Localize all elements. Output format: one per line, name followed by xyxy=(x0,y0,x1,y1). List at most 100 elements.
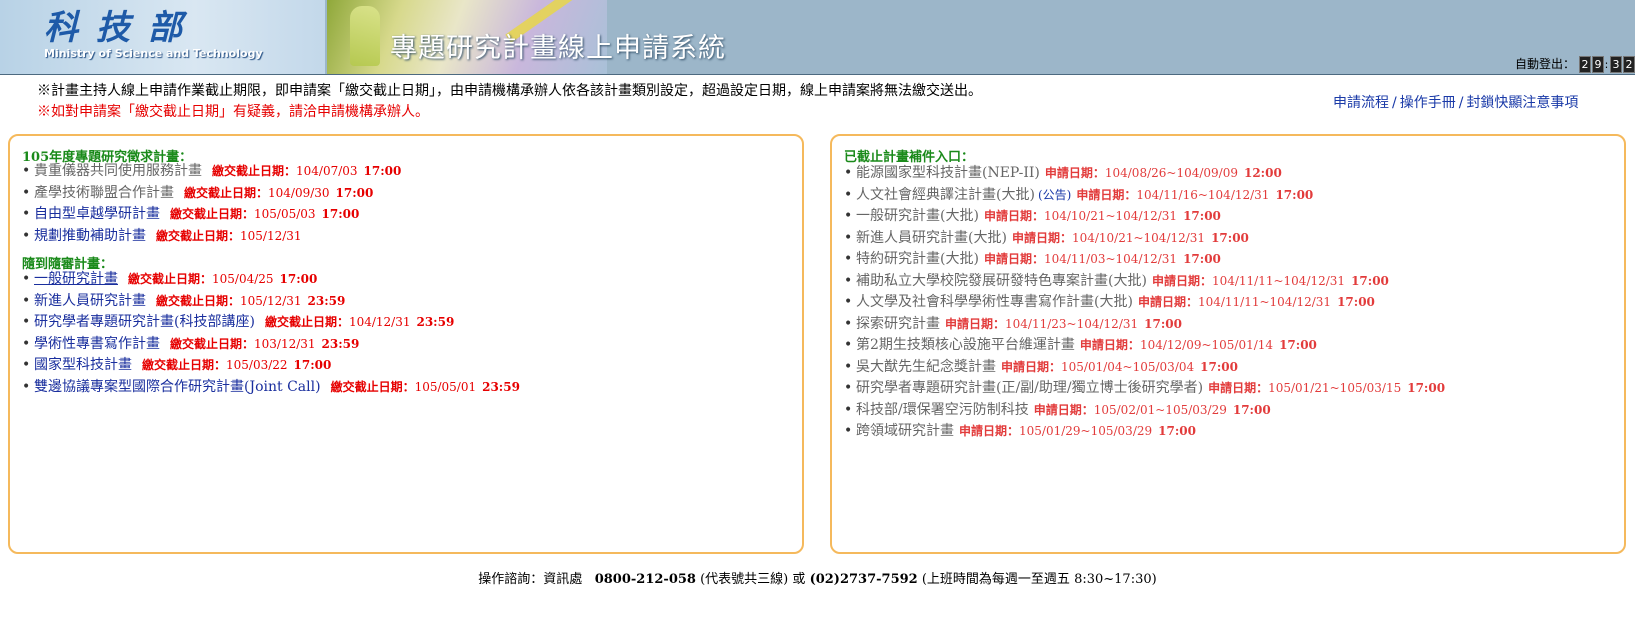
program-link[interactable]: 一般研究計畫 xyxy=(34,271,118,287)
apply-period-info: 申請日期：105/01/29~105/03/29 17:00 xyxy=(959,424,1196,438)
deadline-time: 17:00 xyxy=(293,358,332,372)
footer-phone-note: (代表號共三線) xyxy=(700,572,789,587)
deadline-info: 繳交截止日期：105/03/22 17:00 xyxy=(142,358,331,372)
program-link[interactable]: 科技部/環保署空污防制科技 xyxy=(856,402,1029,418)
program-link[interactable]: 自由型卓越學研計畫 xyxy=(34,206,160,222)
apply-period-range: 104/11/23~104/12/31 xyxy=(1005,316,1139,331)
program-link[interactable]: 人文社會經典譯注計畫(大批) xyxy=(856,187,1035,203)
list-item: • 特約研究計畫(大批) 申請日期：104/11/03~104/12/31 17:00 xyxy=(844,248,1445,270)
bullet-icon: • xyxy=(22,335,31,352)
deadline-info: 繳交截止日期：105/04/25 17:00 xyxy=(128,272,317,286)
deadline-info: 繳交截止日期：105/12/31 xyxy=(156,229,302,243)
apply-period-info: 申請日期：104/11/11~104/12/31 17:00 xyxy=(1138,295,1375,309)
system-title: 專題研究計畫線上申請系統 xyxy=(390,33,726,64)
deadline-label: 繳交截止日期： xyxy=(184,185,269,200)
apply-period-time: 17:00 xyxy=(1183,209,1221,223)
program-link[interactable]: 雙邊協議專案型國際合作研究計畫(Joint Call) xyxy=(34,379,321,395)
program-link[interactable]: 跨領域研究計畫 xyxy=(856,423,954,439)
deadline-time: 17:00 xyxy=(363,164,402,178)
program-link[interactable]: 新進人員研究計畫(大批) xyxy=(856,230,1007,246)
program-link[interactable]: 國家型科技計畫 xyxy=(34,357,132,373)
list-item: • 產學技術聯盟合作計畫 繳交截止日期：104/09/30 17:00 xyxy=(22,182,401,204)
apply-period-info: 申請日期：104/08/26~104/09/09 12:00 xyxy=(1045,166,1282,180)
apply-period-info: 申請日期：104/11/11~104/12/31 17:00 xyxy=(1152,274,1389,288)
notice-deadline-contact: ※如對申請案「繳交截止日期」有疑義，請洽申請機構承辦人。 xyxy=(37,104,429,120)
link-application-process[interactable]: 申請流程 xyxy=(1333,95,1389,111)
list-item: • 研究學者專題研究計畫(科技部講座) 繳交截止日期：104/12/31 23:59 xyxy=(22,311,520,333)
program-link[interactable]: 產學技術聯盟合作計畫 xyxy=(34,185,174,201)
deadline-date: 105/03/22 xyxy=(226,358,288,372)
bullet-icon: • xyxy=(22,357,31,373)
program-link[interactable]: 補助私立大學校院發展研發特色專案計畫(大批) xyxy=(856,273,1147,289)
program-link[interactable]: 一般研究計畫(大批) xyxy=(856,208,979,224)
list-item: • 第2期生技類核心設施平台維運計畫 申請日期：104/12/09~105/01/1… xyxy=(844,334,1445,356)
deadline-time: 23:59 xyxy=(416,315,455,329)
apply-period-range: 104/10/21~104/12/31 xyxy=(1043,209,1178,223)
program-link[interactable]: 探索研究計畫 xyxy=(856,316,940,332)
deadline-date: 104/12/31 xyxy=(348,315,411,329)
deadline-date: 105/04/25 xyxy=(212,272,274,286)
logo[interactable]: 科技部 Ministry of Science and Technology xyxy=(0,0,325,74)
program-link[interactable]: 人文學及社會科學學術性專書寫作計畫(大批) xyxy=(856,294,1133,310)
bullet-icon: • xyxy=(844,401,853,418)
bullet-icon: • xyxy=(22,314,31,330)
bullet-icon: • xyxy=(22,163,31,179)
apply-period-info: 申請日期：105/01/04~105/03/04 17:00 xyxy=(1001,360,1238,374)
program-link[interactable]: 貴重儀器共同使用服務計畫 xyxy=(34,163,202,179)
program-link[interactable]: 新進人員研究計畫 xyxy=(34,293,146,309)
apply-period-label: 申請日期： xyxy=(1001,359,1062,374)
list-item: • 自由型卓越學研計畫 繳交截止日期：105/05/03 17:00 xyxy=(22,203,401,225)
footer-hours: (上班時間為每週一至週五 8:30~17:30) xyxy=(921,572,1157,587)
deadline-label: 繳交截止日期： xyxy=(156,228,241,243)
apply-period-range: 104/12/09~105/01/14 xyxy=(1139,338,1274,352)
deadline-info: 繳交截止日期：105/05/01 23:59 xyxy=(331,380,520,394)
closed-calls-panel: 已截止計畫補件入口： • 能源國家型科技計畫(NEP-II) 申請日期：104/08… xyxy=(830,134,1626,554)
link-operation-manual[interactable]: 操作手冊 xyxy=(1400,95,1456,111)
notice-deadline-rule: ※計畫主持人線上申請作業截止期限，即申請案「繳交截止日期」，由申請機構承辦人依各… xyxy=(37,83,982,99)
deadline-date: 105/05/01 xyxy=(414,379,477,394)
program-link[interactable]: 吳大猷先生紀念獎計畫 xyxy=(856,359,996,375)
list-item: • 新進人員研究計畫(大批) 申請日期：104/10/21~104/12/31 17:… xyxy=(844,227,1445,249)
deadline-info: 繳交截止日期：105/05/03 17:00 xyxy=(170,207,359,221)
apply-period-label: 申請日期： xyxy=(1079,338,1140,352)
footer-label: 操作諮詢：資訊處 xyxy=(478,572,583,587)
program-link[interactable]: 研究學者專題研究計畫(正/副/助理/獨立博士後研究學者) xyxy=(856,380,1203,396)
deadline-time: 23:59 xyxy=(307,293,346,308)
list-item: • 雙邊協議專案型國際合作研究計畫(Joint Call) 繳交截止日期：105/0… xyxy=(22,376,520,398)
program-link[interactable]: 第2期生技類核心設施平台維運計畫 xyxy=(856,337,1075,353)
program-link[interactable]: 能源國家型科技計畫(NEP-II) xyxy=(856,165,1040,181)
bullet-icon: • xyxy=(22,184,31,201)
deadline-label: 繳交截止日期： xyxy=(142,358,227,372)
apply-period-info: 申請日期：105/02/01~105/03/29 17:00 xyxy=(1034,403,1271,417)
apply-period-label: 申請日期： xyxy=(1033,402,1094,417)
deadline-label: 繳交截止日期： xyxy=(170,336,255,351)
bullet-icon: • xyxy=(844,315,853,332)
bullet-icon: • xyxy=(844,229,853,246)
list-item: • 補助私立大學校院發展研發特色專案計畫(大批) 申請日期：104/11/11~10… xyxy=(844,270,1445,292)
apply-period-label: 申請日期： xyxy=(1151,273,1212,288)
announcement-link[interactable]: (公告) xyxy=(1038,188,1071,202)
program-link[interactable]: 特約研究計畫(大批) xyxy=(856,251,979,267)
apply-period-info: 申請日期：104/11/23~104/12/31 17:00 xyxy=(945,317,1182,331)
apply-period-time: 17:00 xyxy=(1232,402,1271,417)
deadline-date: 105/12/31 xyxy=(240,293,302,308)
bullet-icon: • xyxy=(22,378,31,395)
list-item: • 探索研究計畫 申請日期：104/11/23~104/12/31 17:00 xyxy=(844,313,1445,335)
deadline-info: 繳交截止日期：104/09/30 17:00 xyxy=(184,186,373,200)
link-popup-blocker-notes[interactable]: 封鎖快顯注意事項 xyxy=(1466,95,1578,111)
deadline-label: 繳交截止日期： xyxy=(264,315,349,329)
apply-period-label: 申請日期： xyxy=(1076,187,1137,202)
bullet-icon: • xyxy=(844,337,853,353)
apply-period-range: 104/11/11~104/12/31 xyxy=(1197,295,1332,309)
list-item: • 學術性專書寫作計畫 繳交截止日期：103/12/31 23:59 xyxy=(22,333,520,355)
auto-logout-timer: 自動登出： 2 9:3 2 xyxy=(1515,55,1635,73)
program-link[interactable]: 規劃推動補助計畫 xyxy=(34,228,146,244)
apply-period-time: 17:00 xyxy=(1337,295,1375,309)
program-link[interactable]: 研究學者專題研究計畫(科技部講座) xyxy=(34,314,255,330)
apply-period-time: 17:00 xyxy=(1275,187,1314,202)
list-item: • 能源國家型科技計畫(NEP-II) 申請日期：104/08/26~104/09/… xyxy=(844,162,1445,184)
open-calls-panel: 105年度專題研究徵求計畫： • 貴重儀器共同使用服務計畫 繳交截止日期：104/0… xyxy=(8,134,804,554)
program-link[interactable]: 學術性專書寫作計畫 xyxy=(34,336,160,352)
auto-logout-label: 自動登出： xyxy=(1515,57,1576,71)
calls-list-rolling: • 一般研究計畫 繳交截止日期：105/04/25 17:00 • 新進人員研究計畫 繳交截… xyxy=(22,268,520,397)
